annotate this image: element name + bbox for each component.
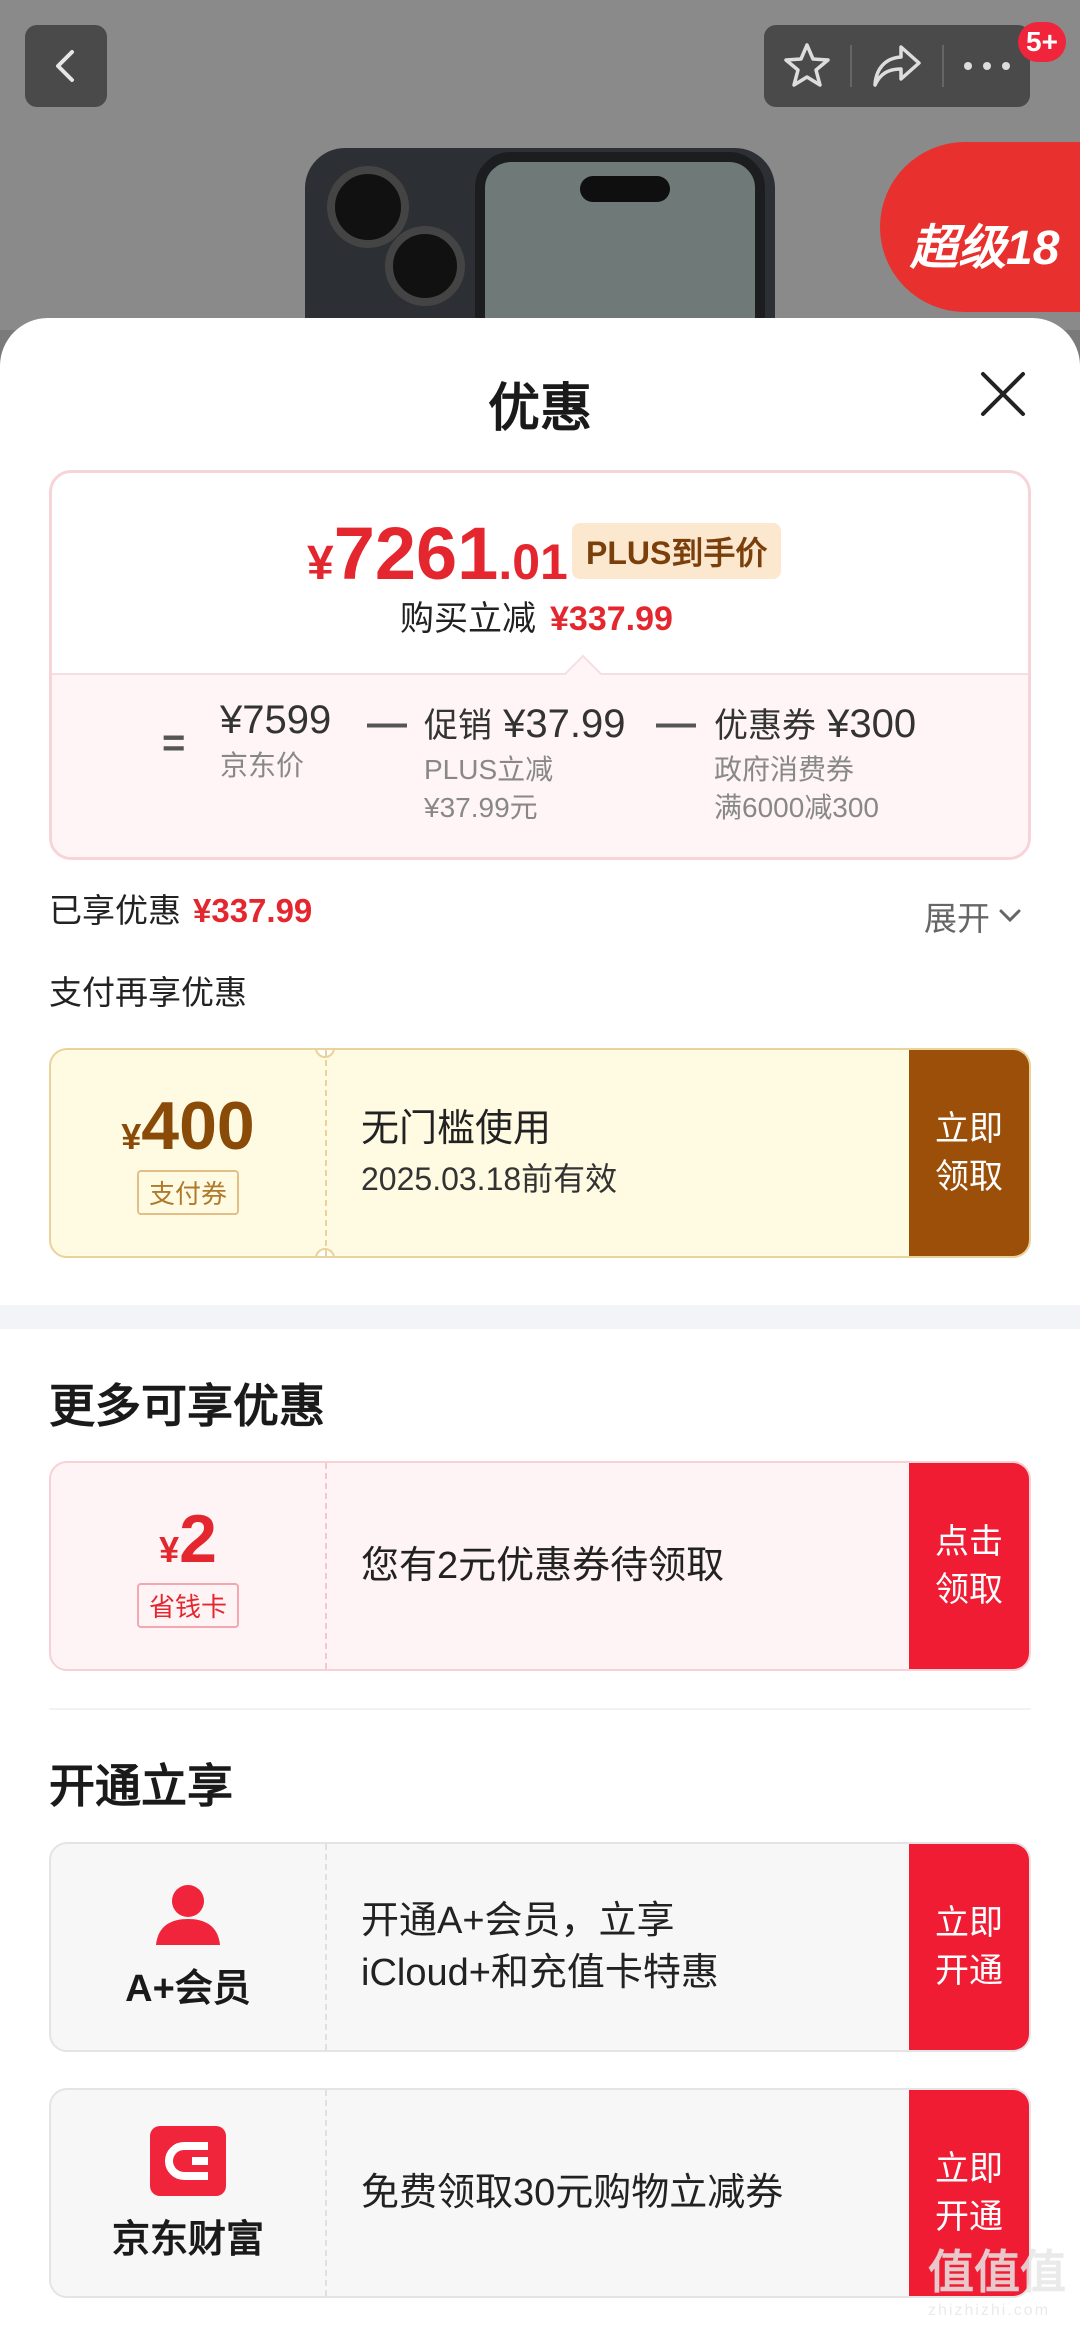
- equals-sign: =: [162, 721, 186, 765]
- buy-save: 购买立减 ¥337.99: [400, 600, 673, 638]
- savings-card-coupon: ¥2 省钱卡 您有2元优惠券待领取 点击 领取: [49, 1461, 1031, 1671]
- divider: [49, 1708, 1031, 1710]
- person-icon: [156, 1884, 220, 1945]
- notification-badge: 5+: [1018, 22, 1066, 62]
- open-member-button[interactable]: 立即 开通: [909, 1844, 1029, 2050]
- chevron-left-icon: [56, 50, 74, 82]
- wealth-desc: 免费领取30元购物立减券: [361, 2172, 784, 2214]
- coupon-desc: 您有2元优惠券待领取: [361, 1545, 725, 1587]
- click-claim-button[interactable]: 点击 领取: [909, 1463, 1029, 1669]
- coupon-amount-area: ¥400 支付券: [51, 1050, 325, 1256]
- section-divider: [0, 1305, 1080, 1329]
- coupon-amount-area: ¥2 省钱卡: [51, 1463, 325, 1669]
- price-breakdown-card: ¥7261.01 PLUS到手价 购买立减 ¥337.99 = ¥7599 京东价…: [49, 470, 1031, 860]
- coupon-tag: 支付券: [136, 1169, 239, 1215]
- promo-col: 促销 ¥37.99 PLUS立减 ¥37.99元: [424, 702, 626, 823]
- back-button[interactable]: [25, 25, 107, 107]
- wealth-logo-area: 京东财富: [51, 2090, 325, 2296]
- open-enjoy-title: 开通立享: [49, 1760, 233, 1812]
- member-logo-area: A+会员: [51, 1844, 325, 2050]
- promo-badge: 超级18: [880, 142, 1080, 312]
- close-icon[interactable]: [975, 366, 1031, 422]
- star-icon[interactable]: [781, 40, 833, 92]
- base-price-col: ¥7599 京东价: [220, 698, 332, 781]
- expand-button[interactable]: 展开: [924, 892, 1022, 940]
- payment-coupon-card: ¥400 支付券 无门槛使用 2025.03.18前有效 立即 领取: [49, 1048, 1031, 1258]
- coupon-desc: 无门槛使用 2025.03.18前有效: [361, 1108, 618, 1197]
- chevron-down-icon: [999, 909, 1021, 923]
- watermark: 值值值 zhizhizhi.com: [928, 2246, 1066, 2319]
- a-plus-member-card: A+会员 开通A+会员，立享 iCloud+和充值卡特惠 立即 开通: [49, 1842, 1031, 2052]
- enjoyed-discount: 已享优惠 ¥337.99: [49, 892, 313, 929]
- share-icon[interactable]: [870, 41, 924, 91]
- sheet-title: 优惠: [487, 380, 592, 438]
- more-discounts-title: 更多可享优惠: [49, 1380, 325, 1432]
- coupon-col: 优惠券 ¥300 政府消费券 满6000减300: [714, 702, 917, 823]
- jd-wallet-icon: [150, 2125, 226, 2196]
- more-icon[interactable]: [961, 59, 1013, 73]
- member-desc: 开通A+会员，立享 iCloud+和充值卡特惠: [361, 1900, 719, 1994]
- plus-price-tag: PLUS到手价: [572, 523, 782, 579]
- claim-button[interactable]: 立即 领取: [909, 1050, 1029, 1256]
- minus-sign: —: [367, 701, 407, 745]
- coupon-tag: 省钱卡: [136, 1582, 239, 1628]
- minus-sign: —: [656, 701, 696, 745]
- final-price: ¥7261.01: [307, 512, 568, 595]
- pay-more-title: 支付再享优惠: [49, 974, 247, 1011]
- top-action-bar: [764, 25, 1030, 107]
- jd-wealth-card: 京东财富 免费领取30元购物立减券 立即 开通: [49, 2088, 1031, 2298]
